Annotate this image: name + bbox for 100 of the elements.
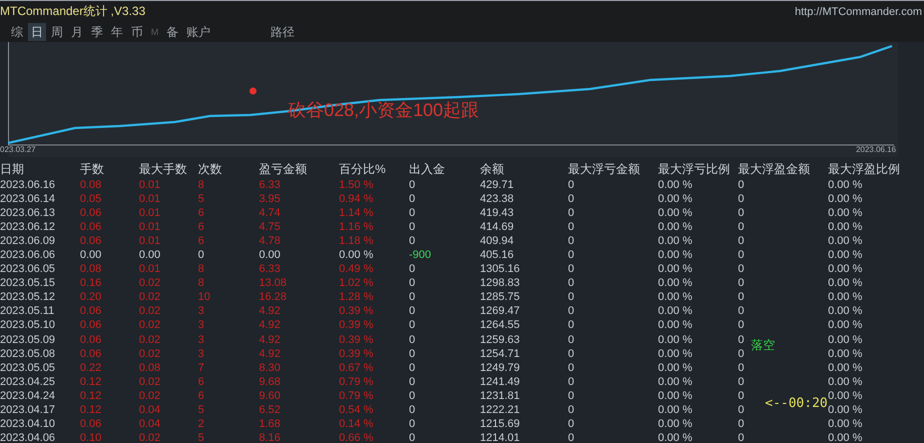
table-cell: 0 (409, 192, 416, 206)
tab[interactable]: 日 (28, 23, 46, 41)
table-cell: 0 (738, 206, 744, 220)
table-cell: 1222.21 (480, 402, 520, 417)
table-cell: 0.05 (80, 192, 102, 206)
table-cell: 0.00 % (658, 178, 692, 192)
table-cell: 4.92 (259, 346, 280, 361)
table-cell: 0 (409, 346, 416, 361)
table-cell: 0.00 % (658, 206, 692, 220)
table-cell: 13.08 (259, 276, 287, 290)
table-cell: 0 (738, 234, 744, 248)
table-cell: 0 (738, 402, 744, 417)
table-cell: 4.92 (259, 332, 280, 347)
column-header: 最大浮盈比例 (828, 161, 900, 178)
table-cell: 6.33 (259, 262, 280, 276)
table-cell: 1.18 % (339, 234, 374, 248)
table-cell: 0 (409, 178, 416, 192)
table-cell: 0.12 (80, 402, 102, 417)
column-header: 出入金 (409, 161, 445, 178)
table-cell: 2023.04.10 (0, 416, 56, 431)
table-cell: 0 (409, 374, 416, 389)
table-cell: 3 (198, 304, 204, 318)
table-cell: 6.52 (259, 402, 280, 417)
table-cell: 3 (198, 318, 204, 333)
table-cell: 0.06 (80, 206, 102, 220)
column-header: 百分比% (339, 161, 386, 178)
table-cell: 0 (409, 332, 416, 347)
table-cell: 1.28 % (339, 290, 374, 304)
column-header: 余额 (480, 161, 504, 178)
table-cell: 0.00 % (828, 290, 862, 304)
table-cell: 6.33 (259, 178, 280, 192)
table-cell: 0.00 % (658, 248, 692, 262)
table-cell: 2023.05.12 (0, 290, 56, 304)
table-cell: 1264.55 (480, 318, 520, 333)
table-cell: 0.94 % (339, 192, 374, 206)
table-cell: 2023.04.24 (0, 388, 56, 403)
tab[interactable]: 周 (48, 23, 66, 41)
website-link[interactable]: http://MTCommander.com (794, 6, 922, 18)
table-cell: 6 (198, 206, 204, 220)
table-cell: 6 (198, 388, 204, 403)
table-cell: 0 (409, 206, 416, 220)
table-cell: 0 (738, 346, 744, 361)
table-cell: 0 (198, 248, 204, 262)
table-cell: 8.16 (259, 430, 280, 443)
table-cell: 0 (409, 290, 416, 304)
table-cell: 0.00 % (658, 192, 692, 206)
tab[interactable]: 月 (68, 23, 86, 41)
table-cell: 0.10 (80, 430, 102, 443)
table-cell: 0.02 (139, 290, 160, 304)
table-cell: 0.01 (139, 234, 160, 248)
tab[interactable]: 币 (128, 23, 146, 41)
table-cell: 0.00 % (658, 276, 692, 290)
table-cell: 0.00 % (828, 388, 862, 403)
table-cell: 0.00 % (828, 304, 862, 318)
table-cell: 0 (568, 416, 574, 431)
table-cell: 0.00 % (658, 388, 692, 403)
table-cell: -900 (409, 248, 432, 262)
table-cell: 0.06 (80, 234, 102, 248)
table-cell: 0 (568, 360, 574, 375)
table-cell: 2023.04.06 (0, 430, 56, 443)
table-cell: 0 (568, 304, 574, 318)
table-cell: 0 (568, 430, 574, 443)
table-cell: 0.00 % (828, 374, 862, 389)
table-cell: 0.02 (139, 430, 160, 443)
tab[interactable]: 备 (164, 23, 182, 41)
tab[interactable]: 路径 (268, 23, 298, 41)
tab[interactable]: 账户 (184, 23, 214, 41)
table-cell: 0.67 % (339, 360, 374, 375)
tab[interactable]: 综 (8, 23, 26, 41)
table-cell: 0 (409, 360, 416, 375)
tab[interactable]: 年 (108, 23, 126, 41)
column-header: 次数 (198, 161, 222, 178)
table-cell: 0 (568, 318, 574, 333)
table-cell: 0.00 % (339, 248, 374, 262)
table-cell: 419.43 (480, 206, 514, 220)
table-cell: 6 (198, 234, 204, 248)
table-cell: 0 (409, 402, 416, 417)
table-cell: 2023.04.17 (0, 402, 56, 417)
table-cell: 0.01 (139, 178, 160, 192)
table-cell: 0.00 (80, 248, 102, 262)
table-cell: 5 (198, 430, 204, 443)
table-cell: 1269.47 (480, 304, 520, 318)
table-cell: 5 (198, 402, 204, 417)
table-cell: 0.00 % (828, 220, 862, 234)
table-cell: 2023.06.05 (0, 262, 56, 276)
table-cell: 0.00 % (658, 290, 692, 304)
table-cell: 3 (198, 346, 204, 361)
table-cell: 0 (568, 234, 574, 248)
table-cell: 8 (198, 178, 204, 192)
tab[interactable]: 季 (88, 23, 106, 41)
table-cell: 0.01 (139, 192, 160, 206)
table-cell: 7 (198, 360, 204, 375)
table-cell: 0 (738, 388, 744, 403)
table-cell: 0.02 (139, 304, 160, 318)
table-cell: 0 (568, 192, 574, 206)
table-cell: 0.16 (80, 276, 102, 290)
table-cell: 0.02 (139, 276, 160, 290)
table-cell: 0.79 % (339, 374, 374, 389)
table-cell: 4.75 (259, 220, 280, 234)
table-cell: 1.14 % (339, 206, 374, 220)
